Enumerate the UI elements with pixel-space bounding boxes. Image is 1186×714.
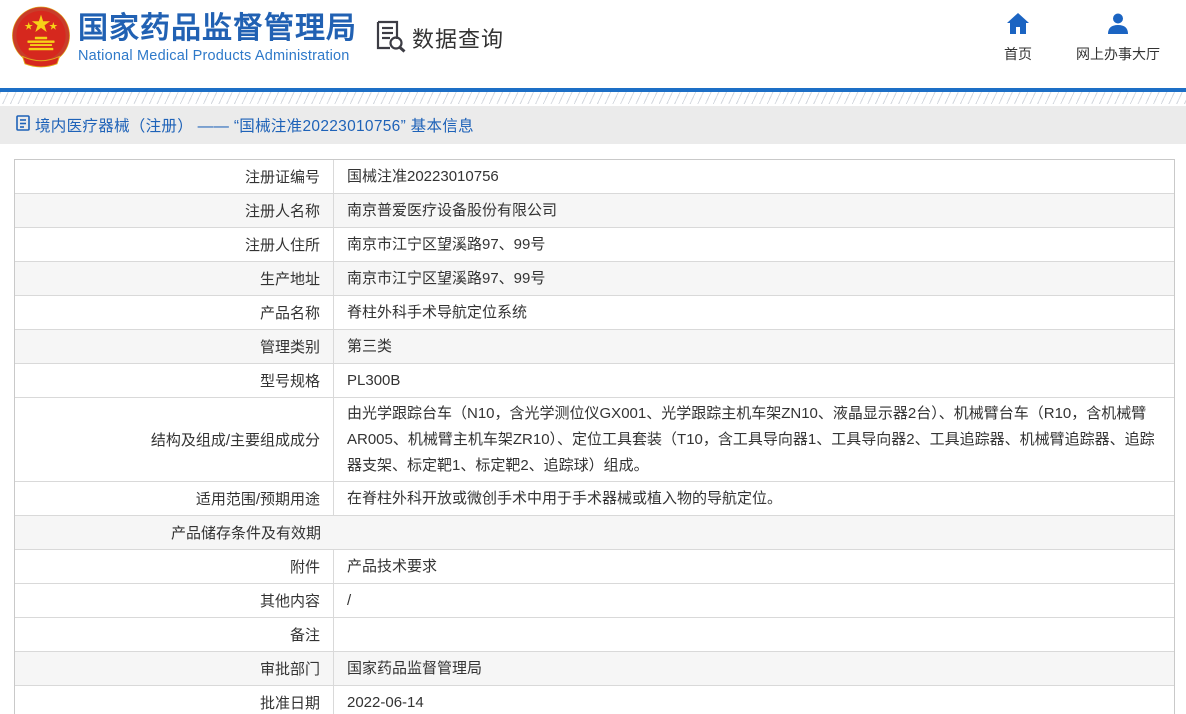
table-row-registrant-address: 注册人住所 南京市江宁区望溪路97、99号 <box>15 228 1174 262</box>
row-label: 产品名称 <box>15 296 334 329</box>
site-subtitle: National Medical Products Administration <box>78 48 357 64</box>
table-row-remarks: 备注 <box>15 618 1174 652</box>
table-row-structure-composition: 结构及组成/主要组成成分 由光学跟踪台车（N10，含光学测位仪GX001、光学跟… <box>15 398 1174 482</box>
row-value: 南京市江宁区望溪路97、99号 <box>334 262 1174 295</box>
table-row-approval-date: 批准日期 2022-06-14 <box>15 686 1174 714</box>
row-label: 产品储存条件及有效期 <box>15 516 334 549</box>
table-row-product-name: 产品名称 脊柱外科手术导航定位系统 <box>15 296 1174 330</box>
breadcrumb: 境内医疗器械（注册） —— “国械注准20223010756” 基本信息 <box>16 114 474 136</box>
page-header: 国家药品监督管理局 National Medical Products Admi… <box>0 0 1186 88</box>
data-query-heading: 数据查询 <box>374 0 504 76</box>
table-row-other-content: 其他内容 / <box>15 584 1174 618</box>
nav-service-hall-label: 网上办事大厅 <box>1076 44 1160 64</box>
table-row-reg-number: 注册证编号 国械注准20223010756 <box>15 160 1174 194</box>
national-emblem-logo <box>10 6 72 70</box>
table-row-production-address: 生产地址 南京市江宁区望溪路97、99号 <box>15 262 1174 296</box>
row-label: 审批部门 <box>15 652 334 685</box>
table-row-storage-validity: 产品储存条件及有效期 <box>15 516 1174 550</box>
home-icon <box>1007 13 1029 39</box>
row-value: 国家药品监督管理局 <box>334 652 1174 685</box>
nav-home-label: 首页 <box>1004 44 1032 64</box>
row-value: PL300B <box>334 364 1174 397</box>
row-label: 注册人住所 <box>15 228 334 261</box>
row-label: 型号规格 <box>15 364 334 397</box>
row-value: 南京市江宁区望溪路97、99号 <box>334 228 1174 261</box>
row-label: 管理类别 <box>15 330 334 363</box>
striped-divider-band <box>0 92 1186 104</box>
row-label: 适用范围/预期用途 <box>15 482 334 515</box>
header-nav: 首页 网上办事大厅 <box>1004 13 1160 64</box>
nav-service-hall[interactable]: 网上办事大厅 <box>1076 13 1160 64</box>
row-value: 第三类 <box>334 330 1174 363</box>
brand-block: 国家药品监督管理局 National Medical Products Admi… <box>78 12 357 64</box>
site-title: 国家药品监督管理局 <box>78 12 357 46</box>
row-label: 备注 <box>15 618 334 651</box>
row-label: 批准日期 <box>15 686 334 714</box>
row-value: 由光学跟踪台车（N10，含光学测位仪GX001、光学跟踪主机车架ZN10、液晶显… <box>334 398 1174 481</box>
row-label: 注册证编号 <box>15 160 334 193</box>
row-value: 2022-06-14 <box>334 686 1174 714</box>
nav-home[interactable]: 首页 <box>1004 13 1032 64</box>
table-row-management-class: 管理类别 第三类 <box>15 330 1174 364</box>
table-row-intended-use: 适用范围/预期用途 在脊柱外科开放或微创手术中用于手术器械或植入物的导航定位。 <box>15 482 1174 516</box>
table-row-registrant-name: 注册人名称 南京普爱医疗设备股份有限公司 <box>15 194 1174 228</box>
breadcrumb-band: 境内医疗器械（注册） —— “国械注准20223010756” 基本信息 <box>0 106 1186 144</box>
table-row-model-spec: 型号规格 PL300B <box>15 364 1174 398</box>
user-icon <box>1107 13 1129 39</box>
row-value: 南京普爱医疗设备股份有限公司 <box>334 194 1174 227</box>
document-icon <box>16 115 30 136</box>
row-value: 国械注准20223010756 <box>334 160 1174 193</box>
data-query-label: 数据查询 <box>412 22 504 54</box>
row-label: 其他内容 <box>15 584 334 617</box>
row-value: 产品技术要求 <box>334 550 1174 583</box>
registration-info-table: 注册证编号 国械注准20223010756 注册人名称 南京普爱医疗设备股份有限… <box>14 159 1175 714</box>
row-label: 结构及组成/主要组成成分 <box>15 398 334 481</box>
row-value: 脊柱外科手术导航定位系统 <box>334 296 1174 329</box>
table-row-attachment: 附件 产品技术要求 <box>15 550 1174 584</box>
row-label: 附件 <box>15 550 334 583</box>
row-value: 在脊柱外科开放或微创手术中用于手术器械或植入物的导航定位。 <box>334 482 1174 515</box>
document-search-icon <box>374 19 406 58</box>
table-row-approval-department: 审批部门 国家药品监督管理局 <box>15 652 1174 686</box>
row-label: 注册人名称 <box>15 194 334 227</box>
row-value <box>334 618 1174 651</box>
row-value <box>334 516 1174 549</box>
row-value: / <box>334 584 1174 617</box>
row-label: 生产地址 <box>15 262 334 295</box>
page-title: 境内医疗器械（注册） —— “国械注准20223010756” 基本信息 <box>35 114 474 136</box>
